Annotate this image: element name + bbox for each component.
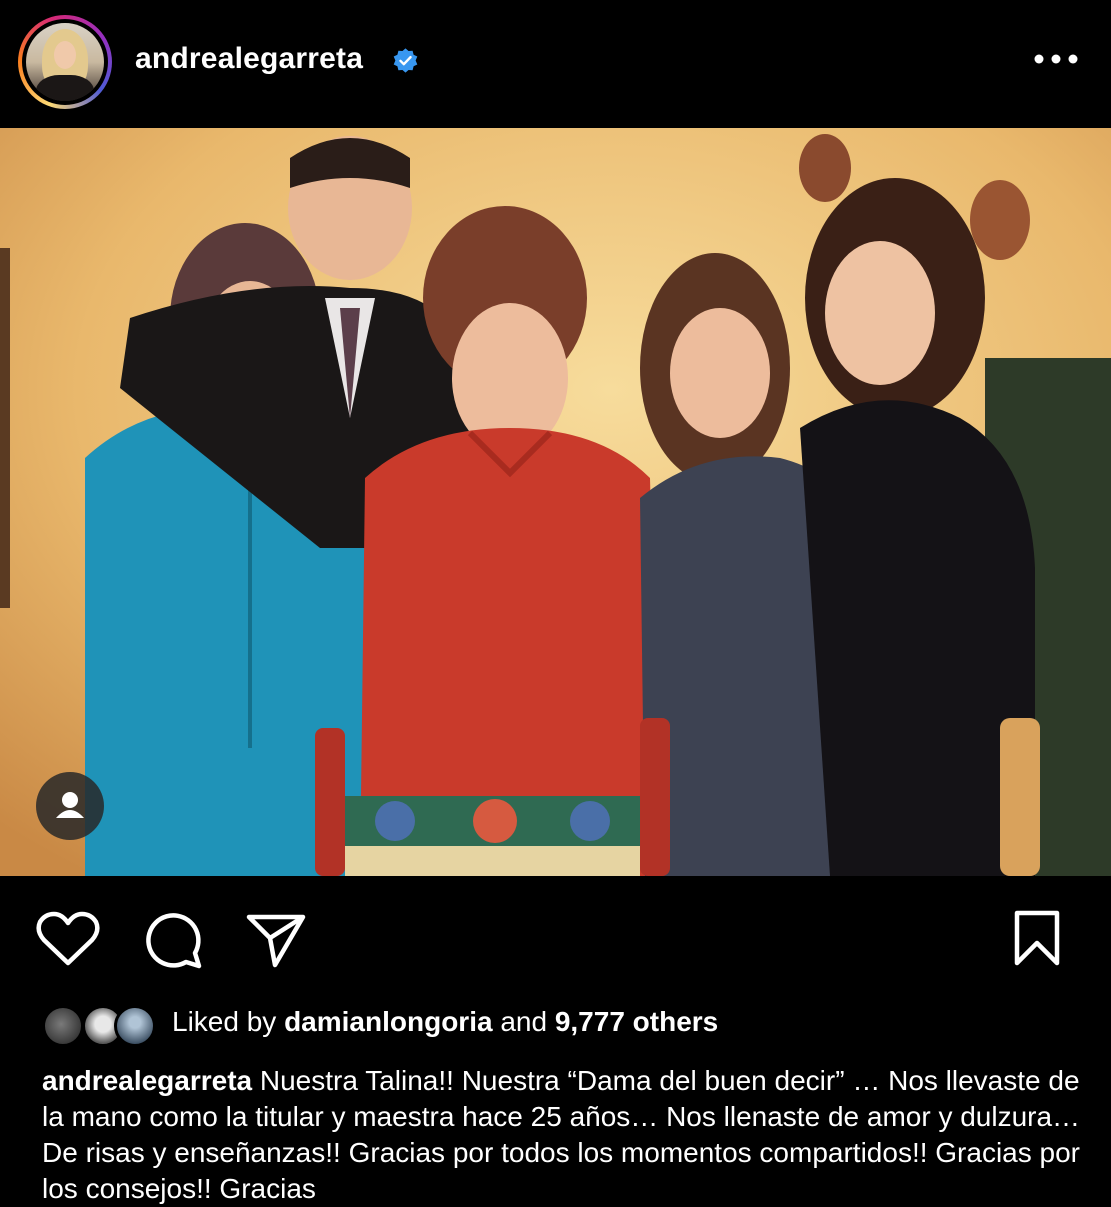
action-bar — [0, 876, 1111, 996]
likes-count[interactable]: 9,777 others — [555, 1006, 718, 1037]
comment-icon[interactable] — [142, 909, 204, 971]
post-photo[interactable] — [0, 128, 1111, 876]
post-caption: andrealegarreta Nuestra Talina!! Nuestra… — [42, 1063, 1082, 1207]
post-username[interactable]: andrealegarreta — [135, 42, 363, 76]
send-icon[interactable] — [245, 911, 307, 969]
caption-username[interactable]: andrealegarreta — [42, 1065, 252, 1096]
avatar-image — [26, 23, 104, 101]
likes-row: Liked by damianlongoria and 9,777 others — [0, 998, 1111, 1048]
likes-prefix: Liked by — [172, 1006, 285, 1037]
likes-summary[interactable]: Liked by damianlongoria and 9,777 others — [172, 1006, 718, 1038]
post-header: andrealegarreta — [0, 0, 1111, 128]
photo-illustration — [0, 128, 1111, 876]
liker-avatar — [114, 1005, 156, 1047]
liked-by-user[interactable]: damianlongoria — [284, 1006, 492, 1037]
more-options-icon[interactable] — [1033, 47, 1079, 71]
heart-icon[interactable] — [36, 911, 100, 969]
liker-avatar — [42, 1005, 84, 1047]
verified-badge-icon — [393, 48, 418, 73]
user-tag-icon[interactable] — [36, 772, 104, 840]
likes-middle: and — [492, 1006, 555, 1037]
bookmark-icon[interactable] — [1012, 909, 1062, 967]
profile-avatar[interactable] — [18, 15, 112, 109]
